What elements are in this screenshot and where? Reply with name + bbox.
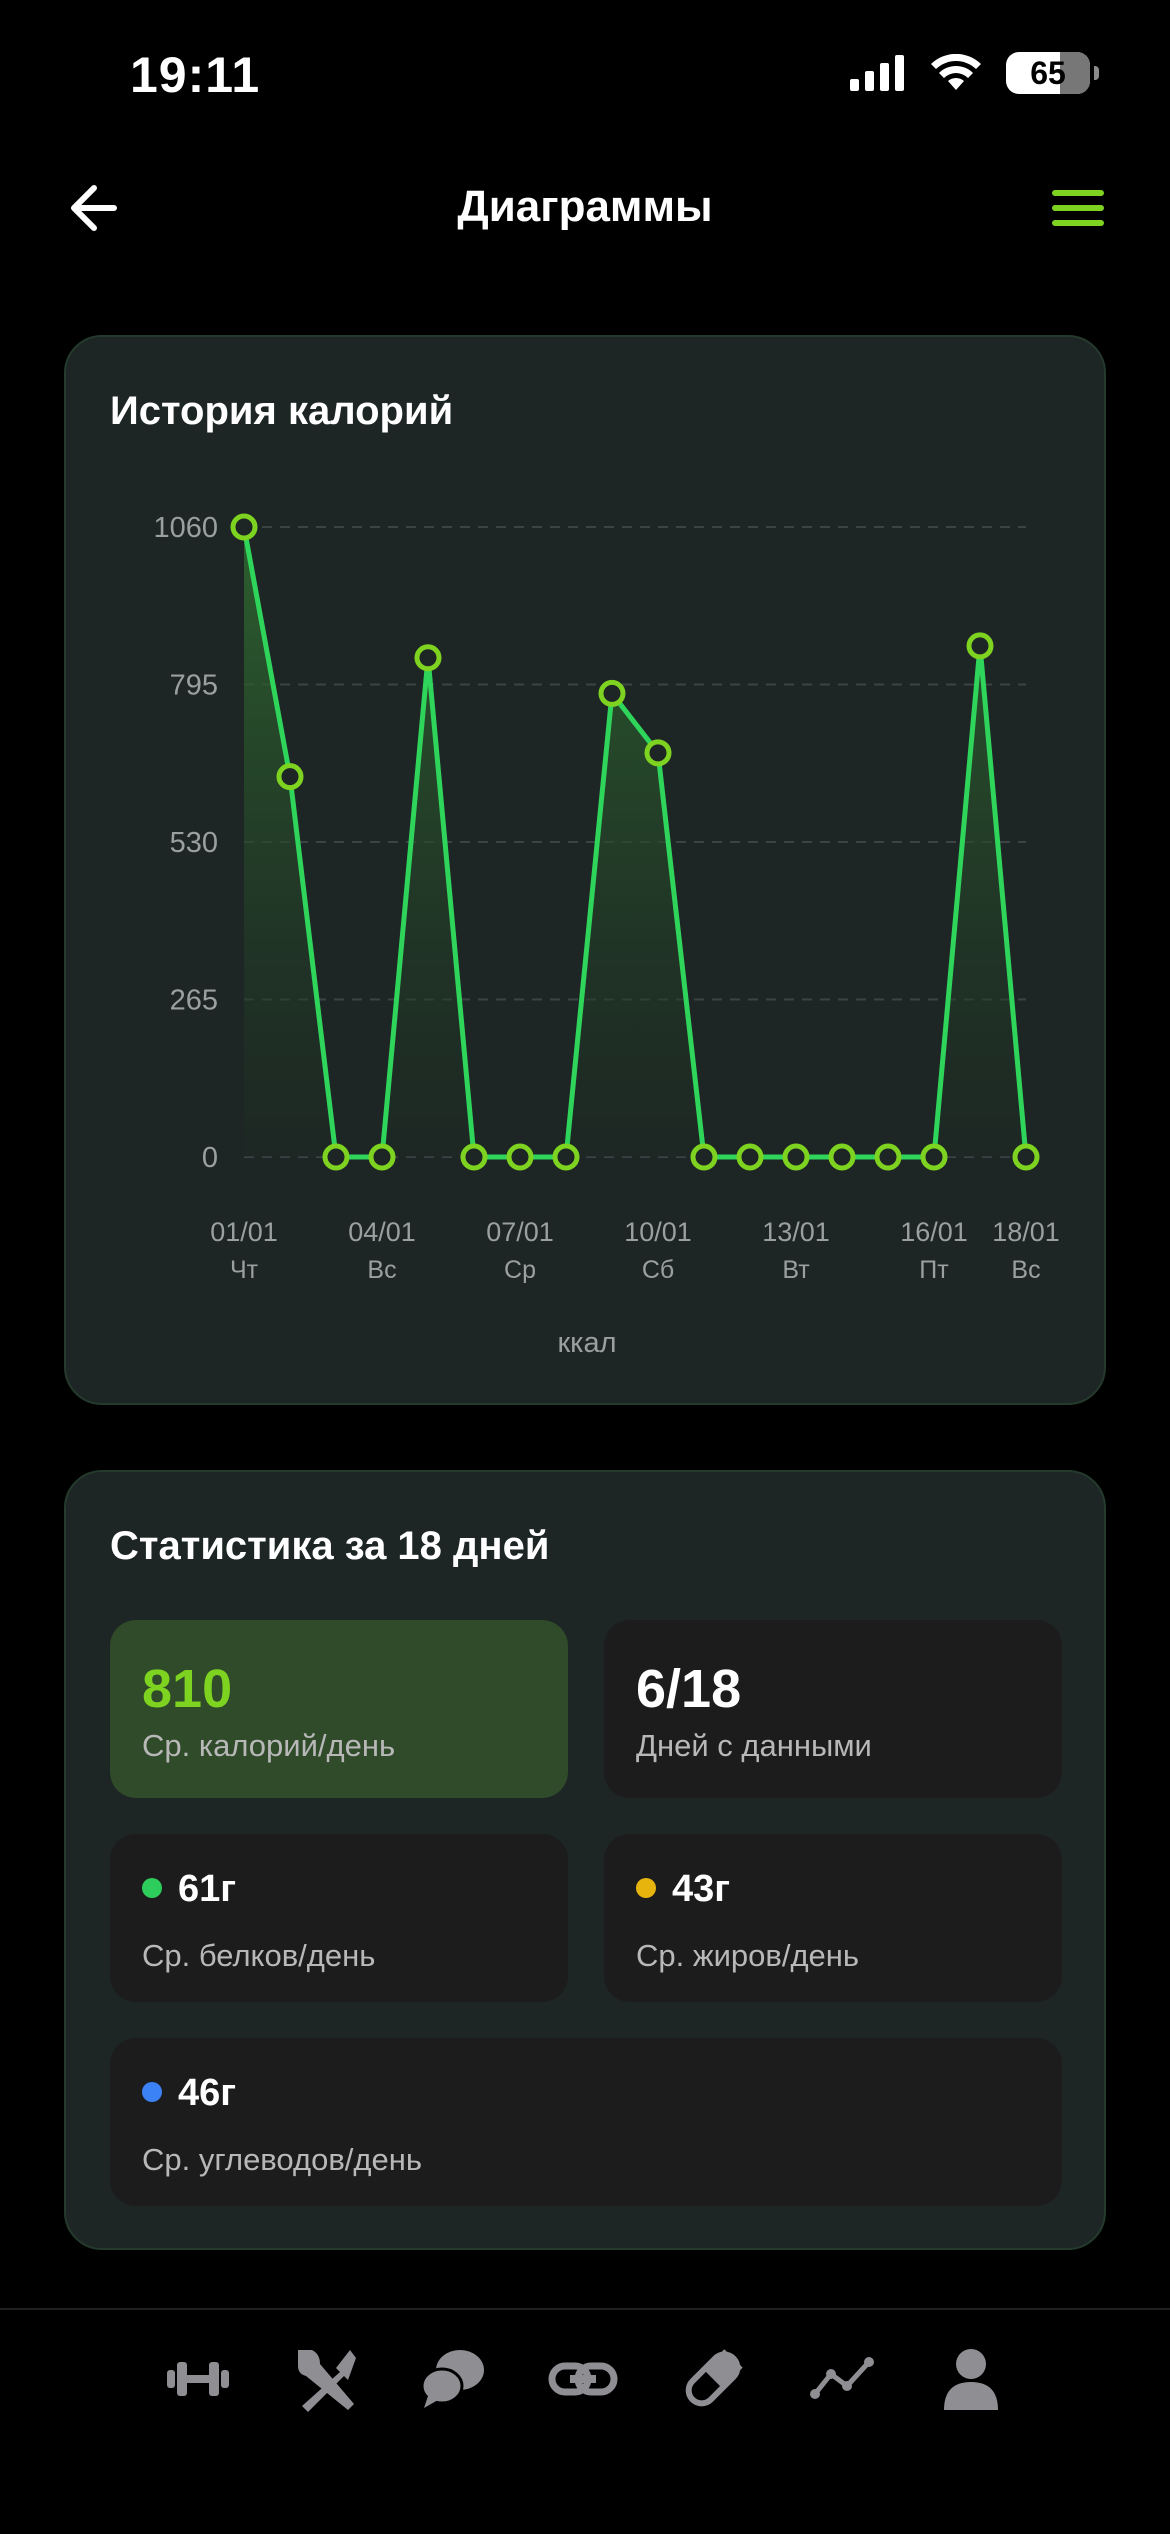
y-tick-label: 0 [202, 1142, 218, 1174]
trend-line-icon[interactable] [807, 2344, 877, 2414]
data-point[interactable] [230, 513, 258, 541]
days-with-data-tile: 6/18 Дней с данными [604, 1620, 1062, 1798]
data-point[interactable] [966, 632, 994, 660]
calorie-history-card: История калорий 0 265 530 795 1060 01/01 Чт 04… [64, 335, 1106, 1405]
data-point[interactable] [322, 1143, 350, 1171]
carbs-dot [142, 2081, 162, 2102]
tab-bar [0, 2308, 1170, 2534]
protein-dot [142, 1877, 162, 1898]
y-tick-label: 265 [170, 985, 218, 1017]
y-tick-label: 530 [170, 827, 218, 859]
data-point[interactable] [828, 1143, 856, 1171]
person-icon[interactable] [936, 2344, 1006, 2414]
data-point[interactable] [598, 679, 626, 707]
chat-bubbles-icon[interactable] [418, 2344, 488, 2414]
status-bar: 19:11 65 [0, 0, 1170, 150]
battery-percent: 65 [1030, 54, 1066, 91]
x-tick-date: 18/01 [992, 1217, 1060, 1247]
x-tick-day: Пт [919, 1256, 949, 1284]
x-tick-date: 01/01 [210, 1217, 278, 1247]
status-icons: 65 [850, 52, 1099, 94]
y-tick-label: 795 [170, 670, 218, 702]
data-point[interactable] [644, 739, 672, 767]
fat-tile: 43г Ср. жиров/день [604, 1834, 1062, 2002]
link-icon[interactable] [548, 2344, 618, 2414]
data-point[interactable] [874, 1143, 902, 1171]
dumbbell-icon[interactable] [163, 2344, 233, 2414]
data-point[interactable] [690, 1143, 718, 1171]
status-time: 19:11 [130, 47, 261, 103]
x-tick-date: 07/01 [486, 1217, 554, 1247]
fork-knife-icon[interactable] [290, 2344, 360, 2414]
data-point[interactable] [506, 1143, 534, 1171]
x-tick-date: 13/01 [762, 1217, 830, 1247]
fat-label: Ср. жиров/день [636, 1938, 860, 1973]
x-tick-day: Вс [367, 1256, 396, 1284]
fat-dot [636, 1877, 656, 1898]
data-point[interactable] [1012, 1143, 1040, 1171]
avg-calories-value: 810 [142, 1659, 233, 1719]
page-title: Диаграммы [457, 182, 713, 231]
protein-tile: 61г Ср. белков/день [110, 1834, 568, 2002]
x-tick-day: Сб [642, 1256, 674, 1284]
carbs-label: Ср. углеводов/день [142, 2142, 422, 2177]
fat-value: 43г [672, 1868, 731, 1910]
data-point[interactable] [736, 1143, 764, 1171]
data-point[interactable] [368, 1143, 396, 1171]
x-tick-day: Чт [230, 1256, 259, 1284]
chart-x-label: ккал [557, 1327, 616, 1359]
battery-icon: 65 [1006, 52, 1099, 94]
data-point[interactable] [276, 763, 304, 791]
y-tick-label: 1060 [153, 512, 218, 544]
signal-icon [850, 55, 904, 91]
x-tick-date: 10/01 [624, 1217, 692, 1247]
data-point[interactable] [920, 1143, 948, 1171]
avg-calories-label: Ср. калорий/день [142, 1728, 396, 1763]
data-point[interactable] [552, 1143, 580, 1171]
protein-label: Ср. белков/день [142, 1938, 376, 1973]
carbs-tile: 46г Ср. углеводов/день [110, 2038, 1062, 2206]
x-tick-date: 16/01 [900, 1217, 968, 1247]
x-tick-day: Вт [782, 1256, 810, 1284]
wifi-icon [931, 54, 981, 90]
data-point[interactable] [460, 1143, 488, 1171]
header: Диаграммы [0, 160, 1170, 250]
days-with-data-label: Дней с данными [636, 1728, 872, 1763]
avg-calories-tile: 810 Ср. калорий/день [110, 1620, 568, 1798]
x-tick-day: Ср [504, 1256, 536, 1284]
data-point[interactable] [782, 1143, 810, 1171]
stats-title: Статистика за 18 дней [110, 1524, 550, 1568]
stats-card: Статистика за 18 дней 810 Ср. калорий/де… [64, 1470, 1106, 2250]
x-tick-day: Вс [1011, 1256, 1040, 1284]
menu-icon[interactable] [1052, 186, 1104, 230]
x-tick-date: 04/01 [348, 1217, 416, 1247]
data-point[interactable] [414, 644, 442, 672]
protein-value: 61г [178, 1868, 237, 1910]
calorie-chart: 0 265 530 795 1060 01/01 Чт 04/01 Вс 07/01 Ср 10/0… [153, 512, 1060, 1359]
days-with-data-value: 6/18 [636, 1659, 742, 1719]
carbs-value: 46г [178, 2072, 237, 2114]
pill-icon[interactable] [678, 2344, 748, 2414]
